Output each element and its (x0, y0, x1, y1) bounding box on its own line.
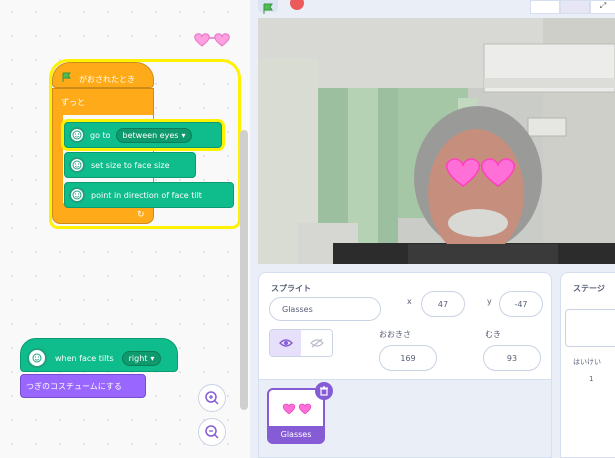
hat-label: がおされたとき (79, 75, 135, 84)
x-value: 47 (437, 299, 449, 309)
small-stage-button[interactable] (530, 0, 560, 14)
go-to-label: go to (90, 130, 111, 140)
face-tilts-dropdown-value: right (128, 353, 148, 363)
next-costume-block[interactable]: つぎのコスチュームにする (20, 374, 146, 398)
zoom-out-icon (205, 425, 219, 439)
stage-panel[interactable]: ステージ はいけい 1 (560, 272, 615, 458)
loop-arrow-icon: ↻ (137, 210, 145, 220)
sprite-label: スプライト (271, 284, 311, 293)
direction-value: 93 (506, 353, 518, 363)
face-tilts-dropdown[interactable]: right ▾ (121, 350, 162, 366)
chevron-down-icon: ▾ (181, 130, 186, 140)
backdrop-label: はいけい (573, 358, 601, 366)
next-costume-label: つぎのコスチュームにする (26, 381, 122, 391)
delete-icon (320, 386, 328, 396)
top-bar: ⤢ (250, 0, 615, 18)
x-label: x (407, 297, 412, 306)
chevron-down-icon: ▾ (150, 353, 155, 363)
fullscreen-button[interactable]: ⤢ (590, 0, 615, 14)
stage-video (258, 18, 615, 264)
code-scrollbar[interactable] (240, 130, 248, 410)
green-flag-button[interactable] (258, 0, 278, 14)
sprite-list: Glasses (259, 379, 551, 457)
show-icon (278, 339, 293, 347)
sprite-thumbnail-label-bar: Glasses (269, 426, 323, 442)
direction-label: むき (485, 330, 501, 339)
stage[interactable] (258, 18, 615, 264)
large-stage-button[interactable] (560, 0, 590, 14)
pane-divider (250, 0, 258, 458)
heart-glasses-icon (282, 403, 312, 415)
face-sensing-icon (69, 157, 85, 173)
zoom-out-button[interactable] (198, 418, 226, 446)
backdrop-count: 1 (589, 375, 594, 383)
hide-icon (309, 338, 324, 348)
size-input[interactable]: 169 (379, 345, 437, 371)
stop-button[interactable] (290, 0, 304, 10)
sprite-thumbnail-name: Glasses (280, 429, 312, 439)
forever-label: ずっと (61, 98, 85, 107)
zoom-in-button[interactable] (198, 384, 226, 412)
face-sensing-icon (69, 187, 85, 203)
go-to-dropdown[interactable]: between eyes ▾ (115, 127, 193, 143)
green-flag-icon (263, 3, 273, 14)
when-face-tilts-block[interactable]: when face tilts right ▾ (20, 338, 178, 372)
face-sensing-icon (69, 127, 85, 143)
stage-thumbnail[interactable] (565, 309, 615, 347)
heart-glasses-icon (192, 32, 232, 52)
set-size-block[interactable]: set size to face size (64, 152, 196, 178)
when-flag-clicked-block[interactable]: がおされたとき (52, 62, 154, 88)
face-tilts-label: when face tilts (55, 353, 114, 363)
script-stack[interactable]: がおされたとき ずっと ↻ go to between eyes ▾ set si… (52, 62, 238, 226)
sprite-name-input[interactable]: Glasses (269, 297, 381, 321)
delete-sprite-button[interactable] (315, 382, 333, 400)
stage-panel-title: ステージ (573, 284, 605, 293)
size-label: おおきさ (379, 330, 411, 339)
y-value: -47 (514, 299, 528, 309)
x-input[interactable]: 47 (421, 291, 465, 317)
code-area[interactable]: がおされたとき ずっと ↻ go to between eyes ▾ set si… (0, 0, 250, 458)
green-flag-icon (62, 72, 72, 82)
y-input[interactable]: -47 (499, 291, 543, 317)
show-button[interactable] (270, 330, 301, 356)
sprite-name-value: Glasses (282, 304, 313, 314)
go-to-dropdown-value: between eyes (122, 130, 179, 140)
direction-input[interactable]: 93 (483, 345, 541, 371)
y-label: y (487, 297, 492, 306)
point-direction-label: point in direction of face tilt (91, 190, 202, 200)
hide-button[interactable] (301, 330, 332, 356)
size-value: 169 (400, 353, 416, 363)
point-direction-block[interactable]: point in direction of face tilt (64, 182, 234, 208)
sprite-info-panel: スプライト Glasses x 47 y -47 おおきさ 169 むき 93 … (258, 272, 552, 458)
zoom-in-icon (205, 391, 219, 405)
set-size-label: set size to face size (91, 160, 170, 170)
go-to-block[interactable]: go to between eyes ▾ (64, 122, 222, 148)
visibility-toggle (269, 329, 333, 357)
face-sensing-icon (27, 348, 47, 368)
